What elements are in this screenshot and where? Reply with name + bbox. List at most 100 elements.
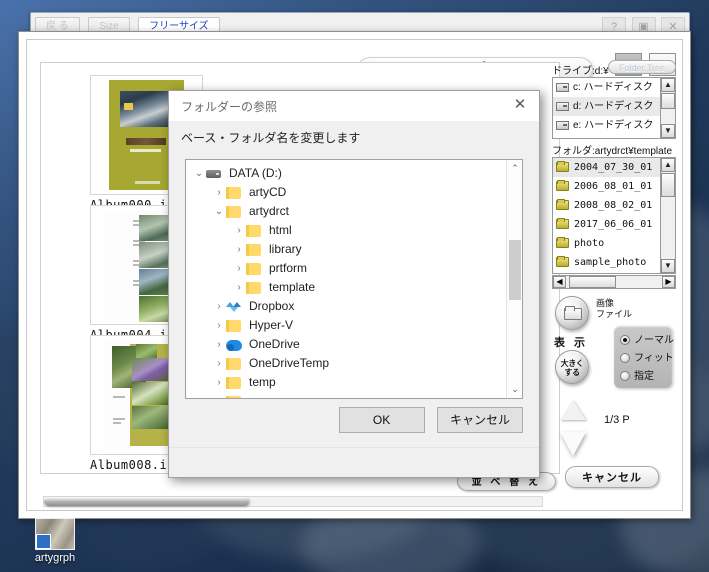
chevron-right-icon[interactable]: › bbox=[212, 392, 226, 398]
folder-list-item[interactable]: 2004_07_30_01 bbox=[553, 158, 675, 177]
tree-node-label: template bbox=[269, 280, 316, 294]
folder-list-horizontal-scrollbar[interactable]: ◀ ▶ bbox=[552, 275, 676, 289]
folder-icon bbox=[556, 218, 569, 230]
page-up-triangle-icon[interactable] bbox=[560, 400, 586, 420]
close-icon[interactable]: ✕ bbox=[501, 91, 539, 119]
drive-list-item[interactable]: c: ハードディスク bbox=[553, 78, 675, 97]
tree-node-artydrct[interactable]: ⌄ artydrct bbox=[186, 202, 506, 221]
desktop-shortcut-artygrph[interactable]: ↱ artygrph bbox=[18, 518, 92, 564]
tree-node-artycd[interactable]: › artyCD bbox=[186, 183, 506, 202]
tree-node-template[interactable]: › template bbox=[186, 278, 506, 297]
scroll-right-icon[interactable]: ▶ bbox=[662, 276, 675, 288]
radio-option-custom[interactable]: 指定 bbox=[620, 368, 672, 386]
page-photo bbox=[132, 406, 172, 429]
chevron-right-icon[interactable]: › bbox=[232, 221, 246, 240]
scroll-down-icon[interactable]: ▼ bbox=[661, 124, 675, 138]
drive-list-scrollbar[interactable]: ▲ ▼ bbox=[660, 78, 675, 138]
folder-list-item[interactable]: photo bbox=[553, 234, 675, 253]
radio-label: 指定 bbox=[634, 371, 654, 382]
tree-node-label: html bbox=[269, 223, 292, 237]
scrollbar-thumb[interactable] bbox=[661, 93, 675, 109]
radio-option-normal[interactable]: ノーマル bbox=[620, 332, 674, 350]
tree-node-html[interactable]: › html bbox=[186, 221, 506, 240]
album-horizontal-scrollbar[interactable] bbox=[43, 496, 543, 507]
folder-icon bbox=[556, 237, 569, 249]
folder-icon bbox=[246, 240, 264, 259]
chevron-right-icon[interactable]: › bbox=[232, 240, 246, 259]
enlarge-button[interactable]: 大きく する bbox=[555, 350, 589, 384]
folder-list-item[interactable]: 2017_06_06_01 bbox=[553, 215, 675, 234]
page-down-triangle-icon[interactable] bbox=[560, 432, 586, 456]
cancel-button[interactable]: キャンセル bbox=[565, 466, 659, 488]
scroll-down-icon[interactable]: ⌄ bbox=[507, 381, 522, 398]
chevron-right-icon[interactable]: › bbox=[212, 373, 226, 392]
image-file-label-line2: ファイル bbox=[596, 309, 633, 319]
chevron-right-icon[interactable]: › bbox=[212, 335, 226, 354]
folder-icon bbox=[226, 392, 244, 398]
cover-title-text bbox=[126, 138, 166, 145]
dialog-bottom-strip bbox=[169, 447, 539, 477]
tree-node-onedrive[interactable]: › OneDrive bbox=[186, 335, 506, 354]
scrollbar-thumb[interactable] bbox=[661, 173, 675, 197]
folder-tree-button[interactable]: Folder Tree bbox=[607, 60, 676, 74]
folder-icon bbox=[226, 373, 244, 392]
artygrph-icon: ↱ bbox=[35, 518, 75, 550]
scroll-up-icon[interactable]: ⌃ bbox=[507, 160, 522, 177]
drive-icon bbox=[556, 101, 569, 111]
chevron-down-icon[interactable]: ⌄ bbox=[192, 164, 206, 183]
ok-button[interactable]: OK bbox=[338, 407, 425, 433]
chevron-right-icon[interactable]: › bbox=[212, 354, 226, 373]
chevron-right-icon[interactable]: › bbox=[232, 259, 246, 278]
scroll-down-icon[interactable]: ▼ bbox=[661, 259, 675, 273]
cancel-button[interactable]: キャンセル bbox=[437, 407, 523, 433]
drive-list-item[interactable]: e: ハードディスク bbox=[553, 116, 675, 135]
tree-node-library[interactable]: › library bbox=[186, 240, 506, 259]
scrollbar-thumb[interactable] bbox=[44, 497, 249, 506]
cancel-main-wrap: キャンセル bbox=[565, 466, 659, 488]
dialog-titlebar[interactable]: フォルダーの参照 ✕ bbox=[169, 91, 539, 121]
folder-list-item[interactable]: 2008_08_02_01 bbox=[553, 196, 675, 215]
folder-icon bbox=[556, 180, 569, 192]
folder-icon bbox=[556, 161, 569, 173]
scrollbar-thumb[interactable] bbox=[509, 240, 521, 300]
folder-list-scrollbar[interactable]: ▲ ▼ bbox=[660, 158, 675, 273]
view-mode-radio-group[interactable]: ノーマル フィット 指定 bbox=[614, 326, 674, 388]
scroll-up-icon[interactable]: ▲ bbox=[661, 78, 675, 92]
tree-node-label: Hyper-V bbox=[249, 318, 294, 332]
chevron-right-icon[interactable]: › bbox=[212, 183, 226, 202]
drive-list-item[interactable]: d: ハードディスク bbox=[553, 97, 675, 116]
tree-node-label: library bbox=[269, 242, 302, 256]
radio-dot-icon[interactable] bbox=[620, 353, 630, 364]
radio-option-fit[interactable]: フィット bbox=[620, 350, 674, 368]
chevron-right-icon[interactable]: › bbox=[212, 297, 226, 316]
enlarge-label-line2: する bbox=[564, 368, 580, 377]
tree-vertical-scrollbar[interactable]: ⌃ ⌄ bbox=[506, 160, 522, 398]
tree-node-onedrivetemp[interactable]: › OneDriveTemp bbox=[186, 354, 506, 373]
radio-dot-icon[interactable] bbox=[620, 335, 630, 346]
scroll-up-icon[interactable]: ▲ bbox=[661, 158, 675, 172]
folder-tree-view[interactable]: ⌄ DATA (D:) › artyCD ⌄ artydrct › html › libr… bbox=[185, 159, 523, 399]
folder-list-item[interactable]: 2006_08_01_01 bbox=[553, 177, 675, 196]
image-file-button[interactable] bbox=[555, 296, 589, 330]
radio-dot-icon[interactable] bbox=[620, 371, 630, 382]
tree-node-label: OneDriveTemp bbox=[249, 356, 330, 370]
scroll-left-icon[interactable]: ◀ bbox=[553, 276, 566, 288]
folder-browse-dialog[interactable]: フォルダーの参照 ✕ ベース・フォルダ名を変更します ⌄ DATA (D:) › a… bbox=[168, 90, 540, 478]
tree-node-hyperv[interactable]: › Hyper-V bbox=[186, 316, 506, 335]
tree-node-dropbox[interactable]: › Dropbox bbox=[186, 297, 506, 316]
chevron-right-icon[interactable]: › bbox=[212, 316, 226, 335]
drive-icon bbox=[206, 164, 224, 183]
folder-list-item[interactable]: sample_photo bbox=[553, 253, 675, 272]
folder-listbox[interactable]: 2004_07_30_01 2006_08_01_01 2008_08_02_0… bbox=[552, 157, 676, 274]
tree-node-label: artyCD bbox=[249, 185, 287, 199]
tree-node-prtform[interactable]: › prtform bbox=[186, 259, 506, 278]
tree-node-data-d[interactable]: ⌄ DATA (D:) bbox=[186, 164, 506, 183]
tree-node-partial[interactable]: › bbox=[186, 392, 506, 398]
chevron-down-icon[interactable]: ⌄ bbox=[212, 202, 226, 221]
scrollbar-thumb[interactable] bbox=[569, 276, 616, 288]
drive-icon bbox=[556, 82, 569, 92]
tree-node-temp[interactable]: › temp bbox=[186, 373, 506, 392]
chevron-right-icon[interactable]: › bbox=[232, 278, 246, 297]
page-caption-lines bbox=[113, 396, 135, 426]
drive-listbox[interactable]: c: ハードディスク d: ハードディスク e: ハードディスク ▲ ▼ bbox=[552, 77, 676, 139]
